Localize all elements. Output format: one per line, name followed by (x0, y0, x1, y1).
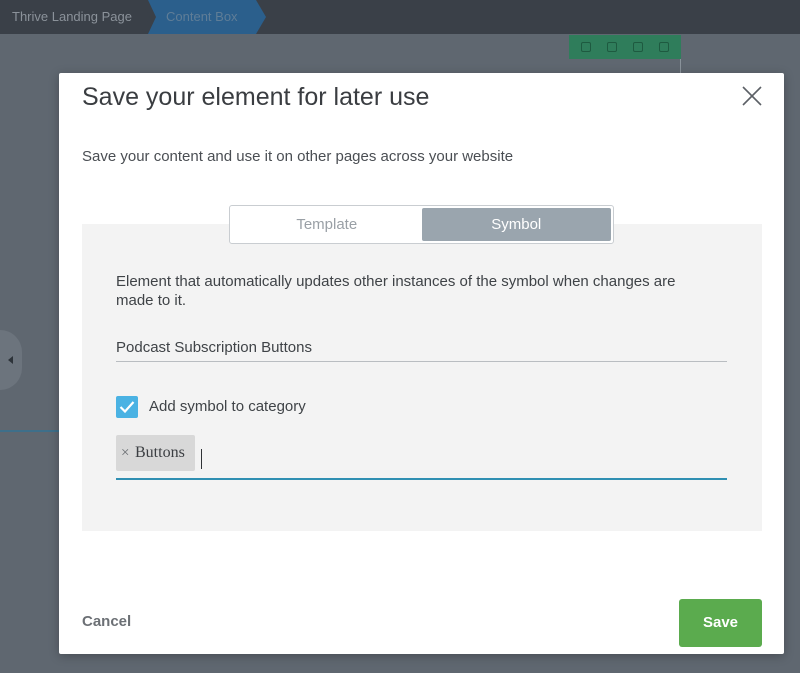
copy-icon[interactable] (633, 42, 643, 52)
add-to-category-checkbox[interactable] (116, 396, 138, 418)
save-element-modal: Save your element for later use Save you… (59, 73, 784, 654)
category-tag-input[interactable]: × Buttons (116, 433, 727, 480)
tag-label: Buttons (135, 444, 185, 461)
add-to-category-label: Add symbol to category (149, 398, 306, 415)
close-button[interactable] (741, 85, 763, 107)
save-type-tabs: Template Symbol (229, 205, 614, 244)
tab-template[interactable]: Template (232, 208, 422, 241)
editor-topbar: Thrive Landing Page Content Box (0, 0, 800, 34)
save-button[interactable]: Save (679, 599, 762, 647)
symbol-description: Element that automatically updates other… (116, 273, 676, 309)
close-icon (742, 86, 762, 106)
element-outline (0, 430, 60, 432)
element-toolbar (569, 35, 681, 59)
delete-icon[interactable] (659, 42, 669, 52)
symbol-name-input[interactable] (116, 333, 727, 362)
move-icon[interactable] (581, 42, 591, 52)
element-outline (680, 59, 681, 73)
modal-title: Save your element for later use (82, 83, 430, 111)
save-icon[interactable] (607, 42, 617, 52)
checkmark-icon (119, 401, 135, 414)
tag-remove-button[interactable]: × (121, 435, 129, 471)
cancel-button[interactable]: Cancel (82, 613, 131, 630)
tab-symbol[interactable]: Symbol (421, 208, 611, 241)
breadcrumb-item-page[interactable]: Thrive Landing Page (0, 0, 148, 34)
symbol-panel (82, 224, 762, 531)
breadcrumb-item-content-box[interactable]: Content Box (148, 0, 266, 34)
modal-subtitle: Save your content and use it on other pa… (82, 148, 514, 165)
text-caret (201, 449, 202, 469)
category-tag: × Buttons (116, 435, 195, 471)
